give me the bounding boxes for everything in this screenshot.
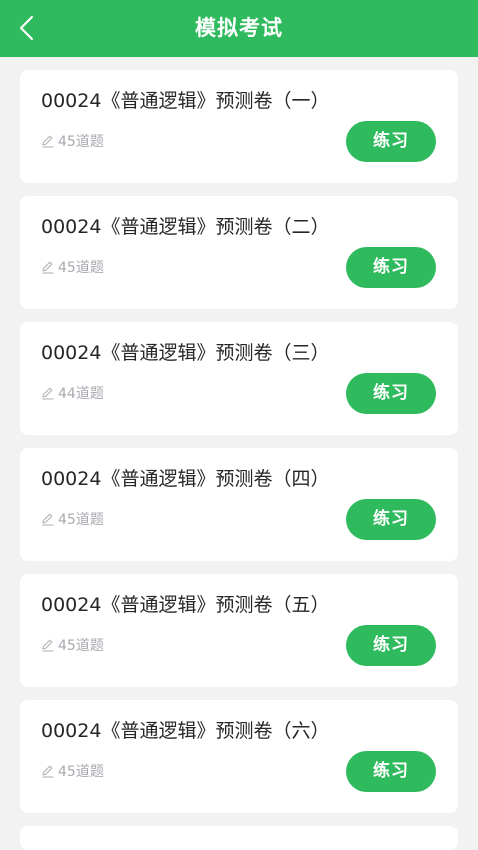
question-count-label: 44道题 (58, 386, 104, 402)
exam-paper-card[interactable]: 00024《普通逻辑》预测卷（四） 45道题 练习 (20, 448, 458, 561)
pencil-icon (42, 513, 54, 526)
question-count-label: 45道题 (58, 764, 104, 780)
exam-paper-card-partial[interactable] (20, 826, 458, 850)
practice-button[interactable]: 练习 (346, 373, 436, 414)
question-count: 45道题 (41, 636, 104, 654)
practice-button[interactable]: 练习 (346, 499, 436, 540)
pencil-icon (42, 765, 54, 778)
page-title: 模拟考试 (195, 16, 283, 40)
practice-button[interactable]: 练习 (346, 247, 436, 288)
question-count: 45道题 (41, 510, 104, 528)
app-header: 模拟考试 (0, 0, 478, 57)
question-count-label: 45道题 (58, 638, 104, 654)
exam-paper-card[interactable]: 00024《普通逻辑》预测卷（一） 45道题 练习 (20, 70, 458, 183)
exam-paper-card[interactable]: 00024《普通逻辑》预测卷（五） 45道题 练习 (20, 574, 458, 687)
exam-paper-title: 00024《普通逻辑》预测卷（二） (41, 216, 330, 238)
exam-paper-title: 00024《普通逻辑》预测卷（三） (41, 342, 330, 364)
exam-paper-title: 00024《普通逻辑》预测卷（一） (41, 90, 330, 112)
question-count: 45道题 (41, 258, 104, 276)
pencil-icon (42, 387, 54, 400)
exam-paper-title: 00024《普通逻辑》预测卷（五） (41, 594, 330, 616)
pencil-icon (42, 135, 54, 148)
practice-button[interactable]: 练习 (346, 751, 436, 792)
question-count-label: 45道题 (58, 134, 104, 150)
pencil-icon (42, 639, 54, 652)
question-count: 45道题 (41, 762, 104, 780)
question-count: 45道题 (41, 132, 104, 150)
exam-paper-card[interactable]: 00024《普通逻辑》预测卷（三） 44道题 练习 (20, 322, 458, 435)
pencil-icon (42, 261, 54, 274)
exam-paper-card[interactable]: 00024《普通逻辑》预测卷（六） 45道题 练习 (20, 700, 458, 813)
practice-button[interactable]: 练习 (346, 625, 436, 666)
exam-paper-card[interactable]: 00024《普通逻辑》预测卷（二） 45道题 练习 (20, 196, 458, 309)
exam-paper-title: 00024《普通逻辑》预测卷（四） (41, 468, 330, 490)
question-count: 44道题 (41, 384, 104, 402)
practice-button[interactable]: 练习 (346, 121, 436, 162)
exam-paper-title: 00024《普通逻辑》预测卷（六） (41, 720, 330, 742)
question-count-label: 45道题 (58, 260, 104, 276)
question-count-label: 45道题 (58, 512, 104, 528)
